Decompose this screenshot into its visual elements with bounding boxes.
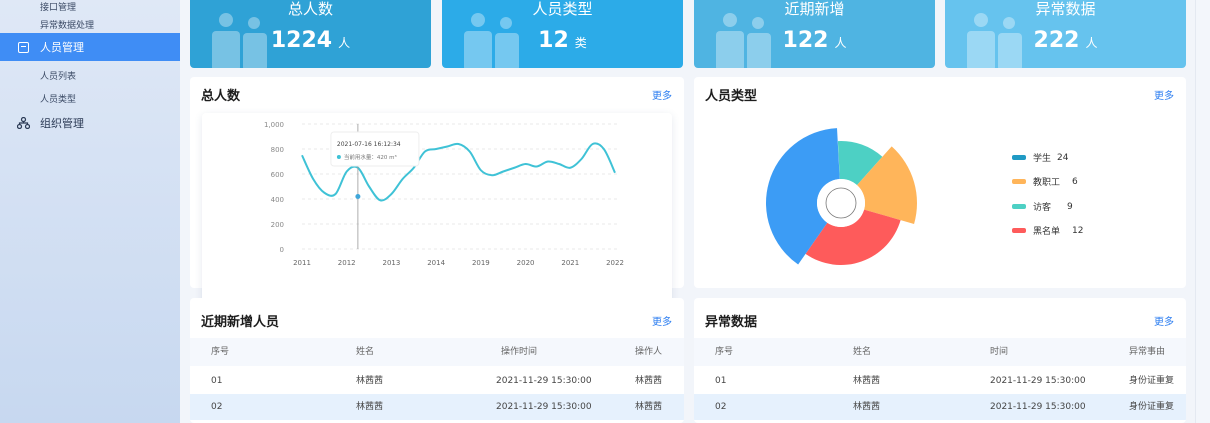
more-link[interactable]: 更多 <box>652 87 672 102</box>
legend-item[interactable]: 访客 9 <box>1012 200 1073 213</box>
y-tick-label: 1,000 <box>264 121 284 129</box>
stat-title: 近期新增 <box>784 0 845 18</box>
x-tick-label: 2022 <box>606 259 624 267</box>
line-chart-panel: 0 200 400 600 800 1,000 2011 2012 2013 2014 2019 20… <box>202 113 672 309</box>
stat-card-abnormal[interactable]: 异常数据 222 人 <box>945 0 1186 68</box>
pie-center <box>817 179 865 227</box>
card-title: 近期新增人员 <box>201 315 280 330</box>
chart-tooltip: 2021-07-16 16:12:34 当前用水量：420 m³ <box>330 131 420 167</box>
sidebar-item-personnel[interactable]: 人员管理 <box>0 33 180 61</box>
x-tick-label: 2020 <box>517 259 535 267</box>
x-tick-label: 2014 <box>427 259 445 267</box>
more-link[interactable]: 更多 <box>1154 313 1174 328</box>
tooltip-dot <box>336 155 341 159</box>
org-tree-icon <box>17 117 30 129</box>
table-row[interactable]: 01 林茜茜 2021-11-29 15:30:00 林茜茜 <box>190 368 684 394</box>
y-tick-label: 200 <box>271 221 284 229</box>
card-title: 总人数 <box>201 89 241 104</box>
legend-swatch <box>1012 204 1026 209</box>
stat-card-types[interactable]: 人员类型 12 类 <box>442 0 683 68</box>
total-chart-card: 总人数 更多 0 200 400 600 800 1,000 2011 2012 2013 201… <box>190 77 684 309</box>
sidebar-item-label: 人员管理 <box>40 41 84 54</box>
legend-item[interactable]: 学生 24 <box>1012 151 1068 164</box>
sidebar-item-label: 组织管理 <box>40 117 84 130</box>
legend-item[interactable]: 黑名单 12 <box>1012 224 1083 237</box>
sidebar-item-personnel-type[interactable]: 人员类型 <box>40 92 76 105</box>
stat-title: 人员类型 <box>532 0 593 18</box>
legend-item[interactable]: 教职工 6 <box>1012 175 1078 188</box>
new-personnel-card: 近期新增人员 更多 序号 姓名 操作时间 操作人 01 林茜茜 2021-11-… <box>190 298 684 423</box>
chart-box-icon <box>18 41 29 53</box>
stat-value: 1224 人 <box>270 28 351 53</box>
x-tick-label: 2011 <box>293 259 311 267</box>
hover-point[interactable] <box>355 194 361 199</box>
table-row[interactable]: 02 林茜茜 2021-11-29 15:30:00 身份证重复 <box>694 394 1186 420</box>
y-tick-label: 400 <box>271 196 284 204</box>
table-header: 序号 姓名 操作时间 操作人 <box>190 338 684 366</box>
x-tick-label: 2021 <box>561 259 579 267</box>
tooltip-time: 2021-07-16 16:12:34 <box>337 141 401 148</box>
line-chart: 0 200 400 600 800 1,000 2011 2012 2013 2014 2019 20… <box>264 121 624 267</box>
stat-title: 异常数据 <box>1035 0 1096 18</box>
y-tick-label: 0 <box>280 246 284 254</box>
table-row[interactable]: 01 林茜茜 2021-11-29 15:30:00 身份证重复 <box>694 368 1186 394</box>
tooltip-value: 当前用水量：420 m³ <box>344 153 397 161</box>
legend-swatch <box>1012 179 1026 184</box>
sidebar-item-interface[interactable]: 接口管理 <box>40 0 76 13</box>
x-tick-label: 2019 <box>472 259 490 267</box>
stat-value: 222 人 <box>1033 28 1098 53</box>
x-tick-label: 2012 <box>338 259 356 267</box>
stat-card-new[interactable]: 近期新增 122 人 <box>694 0 935 68</box>
x-tick-label: 2013 <box>383 259 401 267</box>
card-title: 异常数据 <box>705 315 758 330</box>
legend-swatch <box>1012 228 1026 233</box>
abnormal-data-card: 异常数据 更多 序号 姓名 时间 异常事由 01 林茜茜 2021-11-29 … <box>694 298 1186 423</box>
more-link[interactable]: 更多 <box>652 313 672 328</box>
scrollbar[interactable] <box>1195 0 1210 423</box>
sidebar-item-org[interactable]: 组织管理 <box>17 115 84 131</box>
table-row[interactable]: 02 林茜茜 2021-11-29 15:30:00 林茜茜 <box>190 394 684 420</box>
y-tick-label: 800 <box>271 146 284 154</box>
stat-card-total[interactable]: 总人数 1224 人 <box>190 0 431 68</box>
stat-value: 122 人 <box>782 28 847 53</box>
pie-chart <box>766 128 917 265</box>
table-header: 序号 姓名 时间 异常事由 <box>694 338 1186 366</box>
stat-value: 12 类 <box>538 28 587 53</box>
sidebar-item-personnel-list[interactable]: 人员列表 <box>40 69 76 82</box>
type-chart-card: 人员类型 更多 学生 24 教职工 6 访客 9 黑名单 12 <box>694 77 1186 288</box>
stat-title: 总人数 <box>287 0 333 18</box>
y-tick-label: 600 <box>271 171 284 179</box>
sidebar-item-abnormal[interactable]: 异常数据处理 <box>40 18 94 31</box>
more-link[interactable]: 更多 <box>1154 87 1174 102</box>
legend-swatch <box>1012 155 1026 160</box>
sidebar: 接口管理 异常数据处理 人员管理 人员列表 人员类型 组织管理 <box>0 0 180 423</box>
